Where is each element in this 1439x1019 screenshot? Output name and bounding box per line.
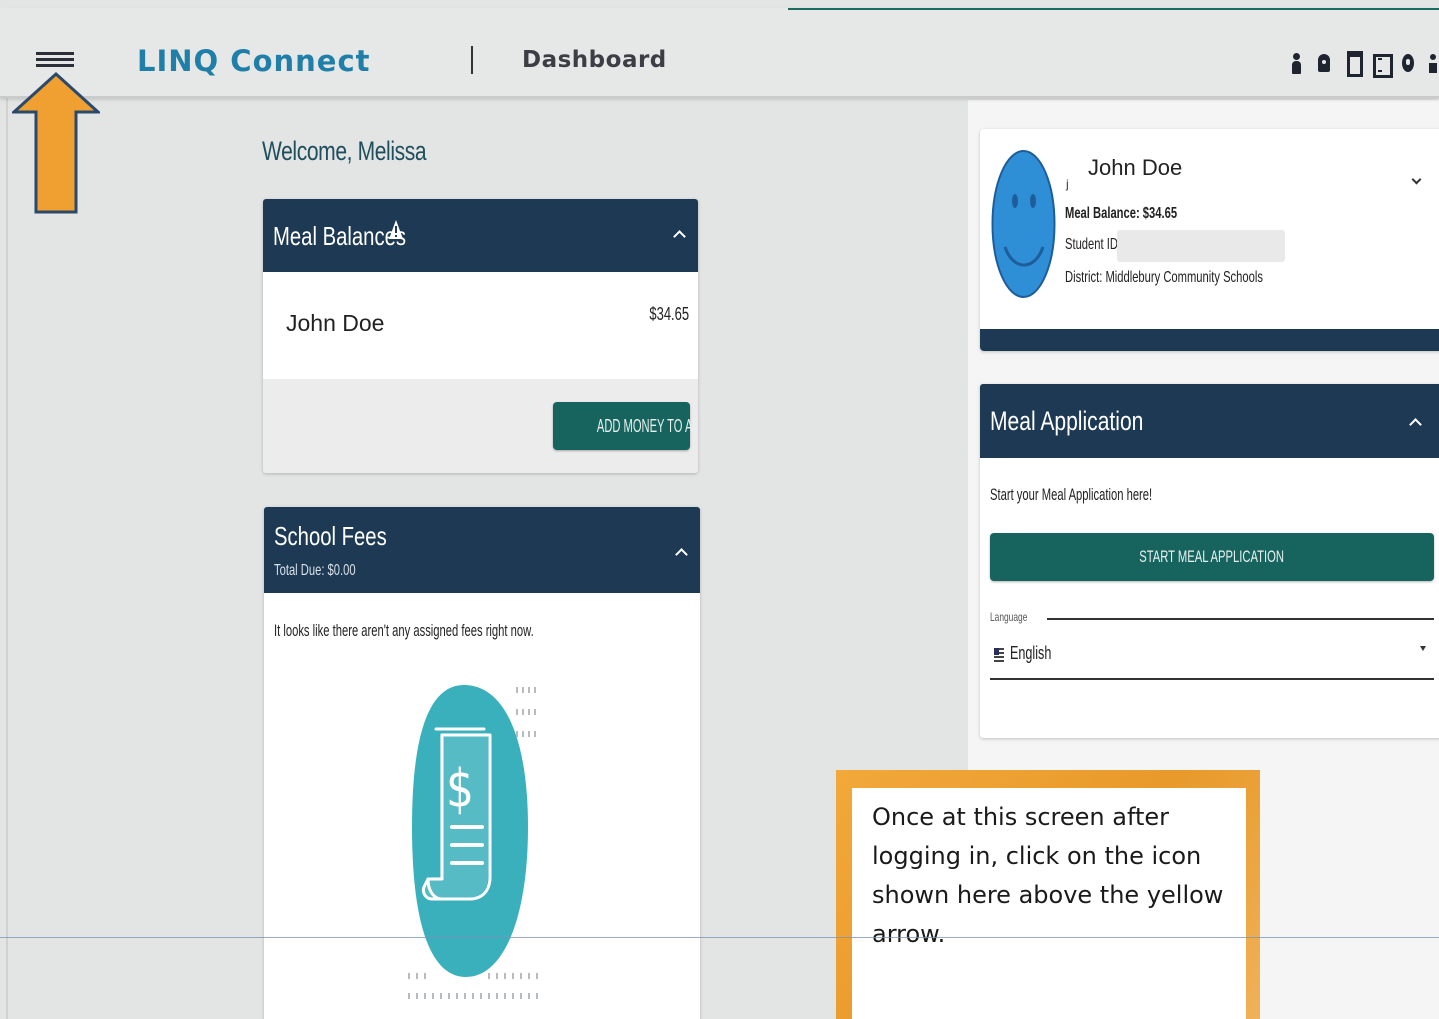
receipt-dollar-icon: $ [408, 685, 538, 999]
student-initial: j [1066, 177, 1069, 191]
dropdown-caret-icon[interactable] [1420, 646, 1426, 651]
left-gutter-line [6, 98, 8, 1019]
student-id-label: Student ID [1065, 236, 1118, 253]
account-icon[interactable] [1429, 51, 1437, 75]
student-card: j John Doe Meal Balance: $34.65 Student … [980, 129, 1439, 351]
student-district: District: Middlebury Community Schools [1065, 269, 1263, 286]
student-id-redacted [1117, 230, 1285, 262]
language-value: English [1010, 643, 1052, 663]
meal-balance-row: John Doe $34.65 [263, 272, 698, 379]
warning-icon [389, 220, 403, 239]
help-icon[interactable] [1401, 51, 1415, 75]
grid-icon[interactable] [1373, 51, 1393, 78]
language-label: Language [990, 610, 1028, 624]
start-meal-application-label: START MEAL APPLICATION [1139, 547, 1285, 566]
language-select[interactable]: Language English [990, 610, 1434, 680]
smiley-face-icon [991, 150, 1056, 298]
top-accent-line [788, 8, 1439, 10]
meal-balance-footer: ADD MONEY TO ACCOUNT [263, 379, 698, 473]
meal-balances-title: Meal Balances [273, 221, 407, 251]
meal-balance-amount: $34.65 [649, 304, 689, 324]
meal-balances-card: Meal Balances John Doe $34.65 ADD MONEY … [263, 199, 698, 473]
welcome-heading: Welcome, Melissa [262, 136, 427, 166]
school-fees-title: School Fees [274, 521, 387, 551]
scan-line [0, 937, 1439, 938]
orange-up-arrow-icon [12, 72, 100, 214]
cart-icon[interactable] [1345, 51, 1363, 77]
school-fees-total-due: Total Due: $0.00 [274, 562, 356, 579]
meal-application-card: Meal Application Start your Meal Applica… [980, 384, 1439, 738]
instruction-callout-text: Once at this screen after logging in, cl… [872, 803, 1224, 948]
chevron-up-icon[interactable] [1409, 418, 1422, 431]
chevron-up-icon[interactable] [673, 230, 686, 243]
add-money-button-label: ADD MONEY TO ACCOUNT [596, 416, 698, 436]
school-fees-card: School Fees Total Due: $0.00 It looks li… [264, 507, 700, 1019]
chevron-up-icon[interactable] [675, 548, 688, 561]
school-fees-empty-message: It looks like there aren't any assigned … [274, 621, 534, 640]
meal-application-prompt: Start your Meal Application here! [990, 485, 1153, 504]
meal-application-header[interactable]: Meal Application [980, 384, 1439, 458]
chevron-down-icon[interactable] [1411, 174, 1422, 185]
top-app-bar: LINQ Connect Dashboard [0, 8, 1439, 98]
student-name: John Doe [1088, 155, 1183, 180]
brand-divider [471, 46, 473, 74]
student-meal-balance: Meal Balance: $34.65 [1065, 205, 1178, 222]
us-flag-icon [994, 648, 1004, 662]
page-title: Dashboard [522, 47, 667, 73]
meal-application-title: Meal Application [990, 406, 1144, 436]
person-icon[interactable] [1289, 51, 1303, 75]
svg-text:$: $ [446, 759, 474, 820]
instruction-callout: Once at this screen after logging in, cl… [836, 770, 1260, 1019]
brand-logo[interactable]: LINQ Connect [137, 44, 371, 78]
start-meal-application-button[interactable]: START MEAL APPLICATION [990, 533, 1434, 581]
bell-icon[interactable] [1317, 51, 1331, 75]
top-icon-group [1289, 48, 1437, 78]
meal-balance-student-name: John Doe [286, 310, 385, 336]
meal-balances-title-wrap: Meal Balances [273, 220, 444, 252]
instruction-callout-box: Once at this screen after logging in, cl… [852, 788, 1246, 1019]
student-card-footer-bar [980, 329, 1439, 351]
school-fees-header[interactable]: School Fees Total Due: $0.00 [264, 507, 700, 593]
meal-balances-header[interactable]: Meal Balances [263, 199, 698, 272]
add-money-button[interactable]: ADD MONEY TO ACCOUNT [553, 402, 698, 450]
